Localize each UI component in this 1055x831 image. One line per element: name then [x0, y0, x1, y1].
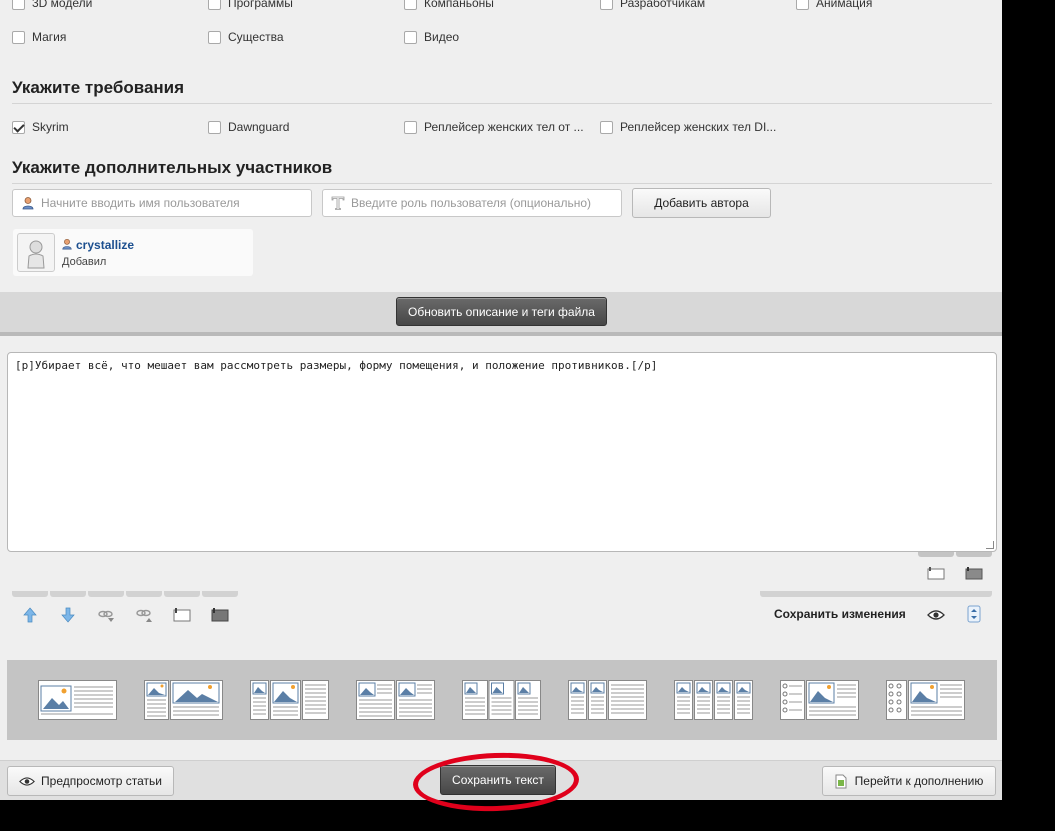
preview-label: Предпросмотр статьи [41, 774, 162, 788]
layout-image-left-text[interactable] [38, 680, 117, 720]
preview-article-button[interactable]: Предпросмотр статьи [7, 766, 174, 796]
user-name-input[interactable]: Начните вводить имя пользователя [12, 189, 312, 217]
toolbar-tab [202, 591, 238, 597]
toolbar-tab [126, 591, 162, 597]
requirement-label: Skyrim [32, 120, 69, 134]
layout-three-equal-columns[interactable] [462, 680, 541, 720]
category-checkbox[interactable]: Разработчикам [600, 0, 705, 12]
user-name-placeholder: Начните вводить имя пользователя [41, 196, 240, 210]
checkbox-box[interactable] [208, 0, 221, 10]
resize-handle[interactable] [986, 541, 994, 549]
category-label: 3D модели [32, 0, 93, 10]
layout-list-image[interactable] [780, 680, 859, 720]
user-icon [61, 238, 73, 253]
category-checkbox[interactable]: Существа [208, 28, 284, 46]
layout-two-equal-columns[interactable] [356, 680, 435, 720]
layout-three-columns-alt[interactable] [568, 680, 647, 720]
update-description-button[interactable]: Обновить описание и теги файла [396, 297, 607, 326]
category-label: Программы [228, 0, 293, 10]
requirement-label: Реплейсер женских тел от ... [424, 120, 584, 134]
category-label: Компаньоны [424, 0, 494, 10]
article-text-editor[interactable]: [p]Убирает всё, что мешает вам рассмотре… [7, 352, 997, 552]
background-margin [1002, 0, 1055, 831]
document-icon [835, 774, 847, 789]
layout-two-columns-image[interactable] [144, 680, 223, 720]
category-label: Анимация [816, 0, 873, 10]
category-label: Разработчикам [620, 0, 706, 10]
layout-four-columns[interactable] [674, 680, 753, 720]
requirement-checkbox-dawnguard[interactable]: Dawnguard [208, 118, 289, 136]
category-checkbox[interactable]: Магия [12, 28, 66, 46]
requirement-checkbox-body-replacer-dl[interactable]: Реплейсер женских тел DI... [600, 118, 776, 136]
checkbox-box[interactable] [404, 120, 417, 134]
checkbox-box[interactable] [208, 120, 221, 134]
eye-icon[interactable] [927, 606, 945, 624]
checkbox-box[interactable] [600, 120, 613, 134]
category-row-2: Магия Существа Видео [12, 28, 1002, 48]
requirement-checkbox-body-replacer[interactable]: Реплейсер женских тел от ... [404, 118, 584, 136]
participants-title: Укажите дополнительных участников [12, 158, 992, 184]
checkbox-box[interactable] [12, 30, 25, 44]
toolbar-tab [760, 591, 992, 597]
checkbox-box[interactable] [404, 30, 417, 44]
requirement-checkbox-skyrim[interactable]: Skyrim [12, 118, 69, 136]
arrow-up-icon[interactable] [21, 606, 39, 624]
divider [0, 332, 1002, 336]
category-checkbox[interactable]: 3D модели [12, 0, 92, 12]
eye-icon [19, 776, 35, 787]
add-author-button[interactable]: Добавить автора [632, 188, 771, 218]
checkbox-box[interactable] [12, 0, 25, 10]
author-name-link[interactable]: crystallize [76, 238, 134, 252]
go-to-addon-label: Перейти к дополнению [854, 774, 984, 788]
image-block-icon[interactable] [211, 606, 229, 624]
category-checkbox[interactable]: Видео [404, 28, 459, 46]
category-row-1: 3D модели Программы Компаньоны Разработч… [12, 0, 1002, 14]
toolbar-tab [50, 591, 86, 597]
link-up-icon[interactable] [97, 606, 115, 624]
page: 3D модели Программы Компаньоны Разработч… [0, 0, 1002, 800]
toolbar-tab [88, 591, 124, 597]
arrow-down-icon[interactable] [59, 606, 77, 624]
checkbox-box[interactable] [208, 30, 221, 44]
toolbar-tab [12, 591, 48, 597]
avatar[interactable] [17, 233, 55, 272]
requirement-label: Реплейсер женских тел DI... [620, 120, 777, 134]
requirement-label: Dawnguard [228, 120, 290, 134]
checkbox-box[interactable] [12, 120, 25, 134]
category-checkbox[interactable]: Программы [208, 0, 293, 12]
user-role-input[interactable]: Введите роль пользователя (опционально) [322, 189, 622, 217]
link-down-icon[interactable] [135, 606, 153, 624]
layout-templates-panel [7, 660, 997, 740]
column-image-icon[interactable] [965, 564, 983, 582]
checkbox-box[interactable] [404, 0, 417, 10]
column-text-icon[interactable] [927, 564, 945, 582]
user-role-placeholder: Введите роль пользователя (опционально) [351, 196, 591, 210]
text-block-icon[interactable] [173, 606, 191, 624]
go-to-addon-button[interactable]: Перейти к дополнению [822, 766, 996, 796]
category-label: Магия [32, 30, 67, 44]
category-label: Видео [424, 30, 460, 44]
checkbox-box[interactable] [796, 0, 809, 10]
layout-list-image-right[interactable] [886, 680, 965, 720]
save-changes-link[interactable]: Сохранить изменения [774, 607, 906, 621]
requirements-title: Укажите требования [12, 78, 992, 104]
category-checkbox[interactable]: Компаньоны [404, 0, 494, 12]
category-checkbox[interactable]: Анимация [796, 0, 872, 12]
toggle-icon[interactable] [965, 605, 983, 623]
editor-tab[interactable] [918, 552, 954, 557]
toolbar-tab [164, 591, 200, 597]
author-role: Добавил [62, 256, 107, 268]
user-icon [21, 196, 35, 210]
editor-content: [p]Убирает всё, что мешает вам рассмотре… [15, 359, 658, 372]
requirements-row: Skyrim Dawnguard Реплейсер женских тел о… [12, 118, 1002, 138]
checkbox-box[interactable] [600, 0, 613, 10]
editor-tab[interactable] [956, 552, 992, 557]
text-icon [331, 196, 345, 210]
category-label: Существа [228, 30, 284, 44]
layout-three-columns-image[interactable] [250, 680, 329, 720]
author-card: crystallize Добавил [13, 229, 253, 276]
